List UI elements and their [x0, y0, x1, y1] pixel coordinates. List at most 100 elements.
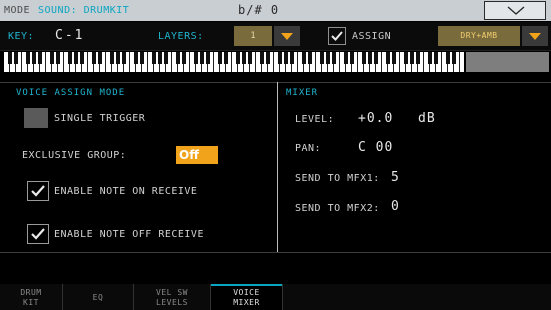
triangle-down-icon: [529, 33, 541, 40]
black-key[interactable]: [182, 52, 186, 64]
black-key[interactable]: [452, 52, 456, 64]
tab-label-line2: KIT: [23, 298, 39, 307]
tab-label-line1: VOICE: [233, 288, 260, 297]
exclusive-group-value[interactable]: Off: [176, 146, 218, 164]
layers-label: LAYERS:: [158, 31, 204, 42]
check-icon: [31, 228, 45, 240]
black-key[interactable]: [74, 52, 78, 64]
black-key[interactable]: [38, 52, 42, 64]
key-label: KEY:: [8, 31, 35, 42]
assign-checkbox[interactable]: [328, 27, 346, 45]
pan-label: PAN:: [295, 143, 322, 154]
black-key[interactable]: [362, 52, 366, 64]
tab-voice-mixer[interactable]: VOICE MIXER: [211, 284, 282, 310]
pan-value[interactable]: C 00: [358, 140, 393, 155]
tab-label-line2: MIXER: [233, 298, 260, 307]
black-key[interactable]: [326, 52, 330, 64]
black-key[interactable]: [158, 52, 162, 64]
black-key[interactable]: [332, 52, 336, 64]
black-key[interactable]: [80, 52, 84, 64]
black-key[interactable]: [368, 52, 372, 64]
page-menu-button[interactable]: [484, 1, 546, 20]
black-key[interactable]: [50, 52, 54, 64]
mode-label[interactable]: MODE: [4, 5, 30, 16]
black-key[interactable]: [410, 52, 414, 64]
black-key[interactable]: [416, 52, 420, 64]
black-key[interactable]: [14, 52, 18, 64]
keyboard-key-selector[interactable]: [4, 52, 464, 72]
mfx2-value[interactable]: 0: [391, 199, 400, 214]
black-key[interactable]: [266, 52, 270, 64]
transpose-indicator: b/# 0: [238, 3, 280, 17]
note-off-checkbox[interactable]: [27, 224, 49, 244]
black-key[interactable]: [140, 52, 144, 64]
black-key[interactable]: [224, 52, 228, 64]
black-key[interactable]: [236, 52, 240, 64]
black-key[interactable]: [434, 52, 438, 64]
black-key[interactable]: [98, 52, 102, 64]
black-key[interactable]: [284, 52, 288, 64]
black-key[interactable]: [344, 52, 348, 64]
black-key[interactable]: [206, 52, 210, 64]
black-key[interactable]: [194, 52, 198, 64]
level-value[interactable]: +0.0: [358, 111, 393, 126]
black-key[interactable]: [134, 52, 138, 64]
mfx2-label: SEND TO MFX2:: [295, 203, 380, 214]
note-on-checkbox[interactable]: [27, 181, 49, 201]
black-key[interactable]: [428, 52, 432, 64]
black-key[interactable]: [278, 52, 282, 64]
check-icon: [31, 185, 45, 197]
black-key[interactable]: [152, 52, 156, 64]
check-icon: [331, 31, 343, 41]
black-key[interactable]: [242, 52, 246, 64]
black-key[interactable]: [110, 52, 114, 64]
assign-label: ASSIGN: [352, 31, 392, 42]
black-key[interactable]: [122, 52, 126, 64]
black-key[interactable]: [200, 52, 204, 64]
drumkit-voice-mixer-screen: MODE SOUND: DRUMKIT b/# 0 KEY: C-1 LAYER…: [0, 0, 551, 310]
tab-separator: [133, 284, 134, 310]
black-key[interactable]: [350, 52, 354, 64]
tab-vel-sw-levels[interactable]: VEL SW LEVELS: [134, 284, 210, 310]
chevron-down-icon: [507, 6, 525, 15]
black-key[interactable]: [386, 52, 390, 64]
black-key[interactable]: [392, 52, 396, 64]
mfx1-value[interactable]: 5: [391, 170, 400, 185]
black-key[interactable]: [290, 52, 294, 64]
black-key[interactable]: [446, 52, 450, 64]
black-key[interactable]: [404, 52, 408, 64]
tab-separator: [282, 284, 283, 310]
black-key[interactable]: [116, 52, 120, 64]
sound-mode-label[interactable]: SOUND: DRUMKIT: [38, 5, 129, 16]
black-key[interactable]: [260, 52, 264, 64]
layers-dropdown-button[interactable]: [274, 26, 300, 46]
key-value[interactable]: C-1: [55, 28, 84, 43]
layers-value[interactable]: 1: [234, 26, 272, 46]
black-key[interactable]: [56, 52, 60, 64]
black-key[interactable]: [248, 52, 252, 64]
black-key[interactable]: [26, 52, 30, 64]
tab-drum-kit[interactable]: DRUM KIT: [0, 284, 62, 310]
tab-label-line1: EQ: [92, 293, 104, 302]
black-key[interactable]: [308, 52, 312, 64]
black-key[interactable]: [374, 52, 378, 64]
layer-mode-dropdown-button[interactable]: [522, 26, 548, 46]
layer-mode-value[interactable]: DRY+AMB: [438, 26, 520, 46]
note-on-label: ENABLE NOTE ON RECEIVE: [54, 186, 198, 197]
black-key[interactable]: [68, 52, 72, 64]
black-key[interactable]: [320, 52, 324, 64]
note-off-label: ENABLE NOTE OFF RECEIVE: [54, 229, 204, 240]
black-key[interactable]: [164, 52, 168, 64]
keyboard-range-end: [466, 52, 549, 72]
black-key[interactable]: [8, 52, 12, 64]
page-tabs: DRUM KIT EQ VEL SW LEVELS VOICE MIXER: [0, 284, 551, 310]
black-key[interactable]: [32, 52, 36, 64]
tab-eq[interactable]: EQ: [63, 284, 133, 310]
black-key[interactable]: [218, 52, 222, 64]
panel-top-border-left: [0, 82, 277, 83]
tab-label-line1: VEL SW: [156, 288, 188, 297]
black-key[interactable]: [92, 52, 96, 64]
black-key[interactable]: [302, 52, 306, 64]
black-key[interactable]: [176, 52, 180, 64]
single-trigger-checkbox[interactable]: [24, 108, 48, 128]
